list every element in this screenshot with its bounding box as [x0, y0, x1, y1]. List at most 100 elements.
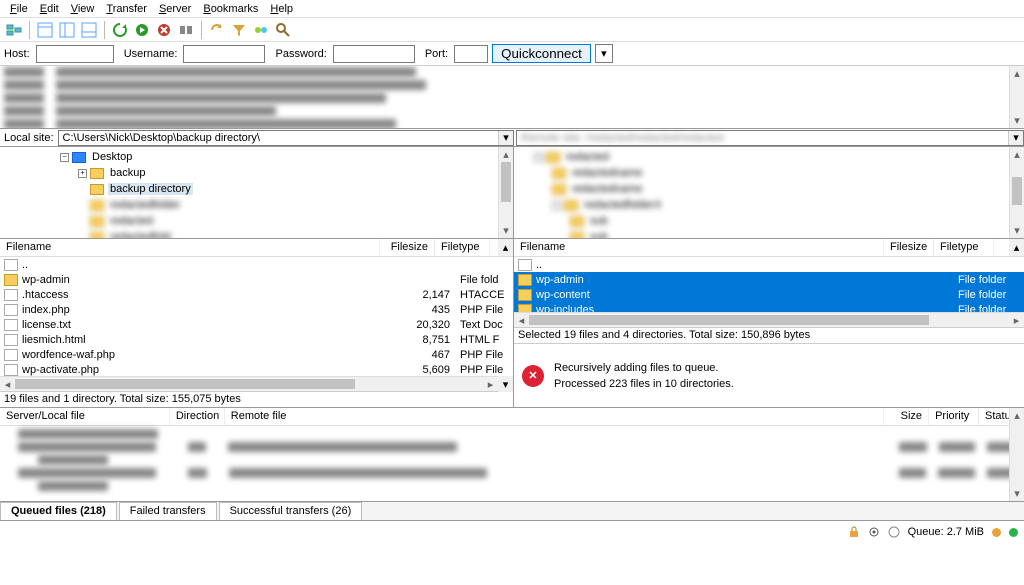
filter-icon[interactable] — [229, 20, 249, 40]
refresh-icon[interactable] — [110, 20, 130, 40]
indicator-green — [1009, 528, 1018, 537]
port-input[interactable] — [454, 45, 488, 63]
folder-icon — [518, 274, 532, 286]
expander-icon[interactable]: − — [60, 153, 69, 162]
transfer-tabs: Queued files (218) Failed transfers Succ… — [0, 502, 1024, 521]
username-label: Username: — [124, 48, 180, 60]
menu-help[interactable]: Help — [264, 2, 299, 16]
col-filename[interactable]: Filename — [0, 239, 380, 256]
folder-icon — [518, 289, 532, 301]
local-list-header: Filename Filesize Filetype ▴ — [0, 239, 513, 257]
list-item[interactable]: .. — [514, 257, 1024, 272]
local-path-combo[interactable]: C:\Users\Nick\Desktop\backup directory\ … — [58, 130, 514, 146]
queue-header: Server/Local file Direction Remote file … — [0, 408, 1024, 426]
toggle-tree-icon[interactable] — [57, 20, 77, 40]
local-h-scrollbar[interactable]: ◂ ▸ ▾ — [0, 376, 513, 391]
col-size[interactable]: Size — [884, 408, 929, 425]
site-bar: Local site: C:\Users\Nick\Desktop\backup… — [0, 129, 1024, 147]
list-item[interactable]: wordfence-waf.php467PHP File — [0, 347, 513, 362]
remote-h-scrollbar[interactable]: ◂ ▸ — [514, 312, 1024, 327]
remote-tree[interactable]: −redacted redactedname redactedname −red… — [514, 147, 1024, 238]
quickconnect-button[interactable]: Quickconnect — [492, 44, 591, 63]
file-icon — [4, 349, 18, 361]
chevron-down-icon[interactable]: ▾ — [498, 131, 513, 145]
error-icon: ✕ — [522, 365, 544, 387]
message-log: ▴ ▾ — [0, 66, 1024, 129]
col-remote-file[interactable]: Remote file — [225, 408, 884, 425]
disconnect-icon[interactable] — [176, 20, 196, 40]
menu-bookmarks[interactable]: Bookmarks — [197, 2, 264, 16]
expander-icon[interactable]: + — [78, 169, 87, 178]
col-server-local[interactable]: Server/Local file — [0, 408, 170, 425]
queue-scrollbar[interactable]: ▴▾ — [1009, 408, 1024, 501]
quickconnect-dropdown[interactable]: ▾ — [595, 44, 613, 63]
menu-file[interactable]: File — [4, 2, 34, 16]
username-input[interactable] — [183, 45, 265, 63]
log-scrollbar[interactable]: ▴ ▾ — [1009, 66, 1024, 128]
tree-desktop[interactable]: Desktop — [90, 151, 134, 163]
list-item[interactable]: wp-adminFile folder — [514, 272, 1024, 287]
compare-icon[interactable] — [251, 20, 271, 40]
queue-pane: Server/Local file Direction Remote file … — [0, 408, 1024, 502]
remote-status: Selected 19 files and 4 directories. Tot… — [514, 327, 1024, 343]
process-queue-icon[interactable] — [132, 20, 152, 40]
tab-successful[interactable]: Successful transfers (26) — [219, 502, 363, 520]
folder-icon — [90, 184, 104, 195]
search-icon[interactable] — [273, 20, 293, 40]
col-filetype[interactable]: Filetype — [934, 239, 994, 256]
tab-failed[interactable]: Failed transfers — [119, 502, 217, 520]
list-item[interactable]: license.txt20,320Text Doc — [0, 317, 513, 332]
password-input[interactable] — [333, 45, 415, 63]
list-item[interactable]: .htaccess2,147HTACCE — [0, 287, 513, 302]
local-status: 19 files and 1 directory. Total size: 15… — [0, 391, 513, 407]
tree-backup[interactable]: backup — [108, 167, 147, 179]
host-input[interactable] — [36, 45, 114, 63]
menu-edit[interactable]: Edit — [34, 2, 65, 16]
host-label: Host: — [4, 48, 32, 60]
tree-backup-directory[interactable]: backup directory — [108, 183, 193, 195]
col-filesize[interactable]: Filesize — [884, 239, 934, 256]
folder-icon — [90, 168, 104, 179]
chevron-down-icon[interactable]: ▾ — [1008, 131, 1023, 145]
col-priority[interactable]: Priority — [929, 408, 979, 425]
toggle-queue-icon[interactable] — [79, 20, 99, 40]
list-item[interactable]: wp-adminFile fold — [0, 272, 513, 287]
site-manager-icon[interactable] — [4, 20, 24, 40]
list-item[interactable]: liesmich.html8,751HTML F — [0, 332, 513, 347]
local-path-text: C:\Users\Nick\Desktop\backup directory\ — [63, 132, 260, 144]
menu-transfer[interactable]: Transfer — [100, 2, 153, 16]
tab-queued[interactable]: Queued files (218) — [0, 502, 117, 520]
local-tree-scrollbar[interactable]: ▴▾ — [498, 147, 513, 238]
list-header-scroll-up[interactable]: ▴ — [1009, 239, 1024, 256]
list-header-scroll-up[interactable]: ▴ — [498, 239, 513, 256]
local-file-list[interactable]: Filename Filesize Filetype ▴ ..wp-adminF… — [0, 239, 514, 407]
toggle-log-icon[interactable] — [35, 20, 55, 40]
menu-view[interactable]: View — [65, 2, 101, 16]
remote-file-list[interactable]: Filename Filesize Filetype ▴ ..wp-adminF… — [514, 239, 1024, 407]
folder-icon — [518, 304, 532, 313]
folder-icon — [4, 274, 18, 286]
list-item[interactable]: wp-includesFile folder — [514, 302, 1024, 312]
col-filename[interactable]: Filename — [514, 239, 884, 256]
local-tree[interactable]: −Desktop +backup backup directory redact… — [0, 147, 514, 238]
folder-icon — [72, 152, 86, 163]
local-site-label: Local site: — [0, 132, 58, 144]
lock-icon[interactable] — [848, 526, 860, 538]
list-item[interactable]: index.php435PHP File — [0, 302, 513, 317]
col-filesize[interactable]: Filesize — [380, 239, 435, 256]
list-scroll-down[interactable]: ▾ — [498, 376, 513, 392]
remote-tree-scrollbar[interactable]: ▴▾ — [1009, 147, 1024, 238]
file-icon — [4, 364, 18, 376]
col-direction[interactable]: Direction — [170, 408, 225, 425]
remote-path-combo[interactable]: Remote site: /redacted/redacted/redacted… — [516, 130, 1024, 146]
transfer-status-icon[interactable] — [888, 526, 900, 538]
col-filetype[interactable]: Filetype — [435, 239, 490, 256]
reconnect-icon[interactable] — [207, 20, 227, 40]
list-item[interactable]: wp-activate.php5,609PHP File — [0, 362, 513, 376]
indicator-amber — [992, 528, 1001, 537]
list-item[interactable]: wp-contentFile folder — [514, 287, 1024, 302]
gear-icon[interactable] — [868, 526, 880, 538]
cancel-icon[interactable] — [154, 20, 174, 40]
list-item[interactable]: .. — [0, 257, 513, 272]
menu-server[interactable]: Server — [153, 2, 197, 16]
